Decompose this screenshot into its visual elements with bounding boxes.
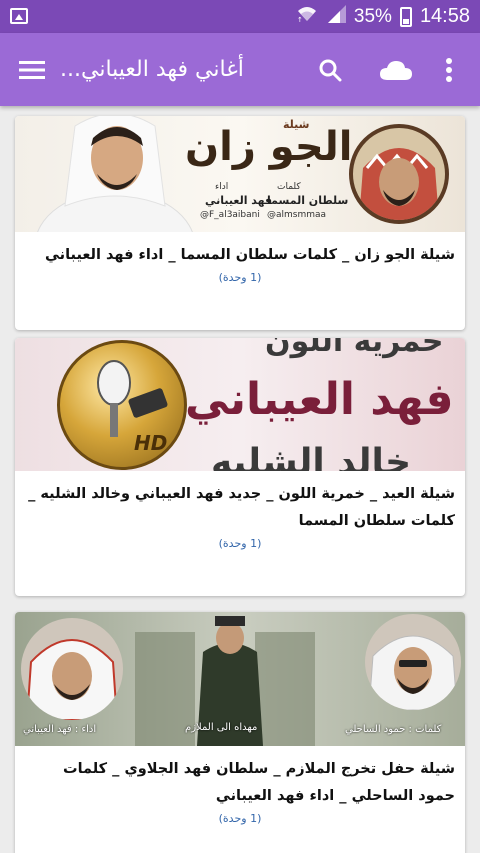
logo-text: HD [134,431,168,455]
image-icon [10,8,28,24]
battery-percent: 35% [353,5,392,27]
card-count: (1 وحدة) [218,812,262,825]
singer-photo-left [21,618,123,720]
image-credit-right-handle: @almsmmaa [267,210,327,220]
image-credit-right-name: سلطان المسما [267,194,349,207]
image-right-caption: كلمات : حمود الساحلي [345,724,442,735]
image-center-caption: مهداه الى الملازم [185,722,258,733]
lyricist-photo [349,124,449,224]
image-top-text: خمرية اللون [265,338,444,359]
image-main-text: فهد العيباني [185,374,454,425]
lyricist-photo [365,614,461,710]
clock: 14:58 [419,5,470,27]
songs-list[interactable]: شيلة الجو زان اداء فهد العيباني @F_al3ai… [0,106,480,853]
list-item[interactable]: شيلة الجو زان اداء فهد العيباني @F_al3ai… [15,116,465,330]
image-left-caption: اداء : فهد العيباني [23,724,97,735]
status-bar: ↑ 35% 14:58 [0,0,480,33]
singer-photo-left [37,116,193,232]
menu-icon[interactable] [16,33,48,106]
signal-icon [326,4,346,29]
list-item[interactable]: خمرية اللون فهد العيباني خالد الشليه HD … [15,338,465,596]
image-credit-left-name: فهد العيباني [205,194,273,207]
card-title: شيلة الجو زان _ كلمات سلطان المسما _ ادا… [44,247,455,263]
search-icon[interactable] [314,33,346,106]
channel-logo: HD [57,340,187,470]
image-big-text: الجو زان [185,124,353,170]
more-vert-icon[interactable] [436,33,462,106]
battery-icon [399,6,412,27]
image-credit-left-label: اداء [215,182,229,192]
app-title: أغاني فهد العيباني... [60,57,244,82]
image-bottom-text: خالد الشليه [211,442,412,471]
card-count: (1 وحدة) [218,271,262,284]
card-title: شيلة العيد _ خمرية اللون _ جديد فهد العي… [28,486,455,529]
wifi-icon: ↑ [296,5,318,29]
image-credit-left-handle: @F_al3aibani [200,210,260,220]
card-title: شيلة حفل تخرج الملازم _ سلطان فهد الجلاو… [63,761,455,804]
svg-text:↑: ↑ [297,16,303,23]
card-image: اداء : فهد العيباني مهداه الى الملازم كل… [15,612,465,746]
card-count: (1 وحدة) [218,537,262,550]
app-bar: أغاني فهد العيباني... [0,33,480,106]
list-item[interactable]: اداء : فهد العيباني مهداه الى الملازم كل… [15,612,465,853]
card-image: خمرية اللون فهد العيباني خالد الشليه HD [15,338,465,471]
card-image: شيلة الجو زان اداء فهد العيباني @F_al3ai… [15,116,465,232]
image-credit-right-label: كلمات [277,182,301,192]
cloud-icon[interactable] [376,33,416,106]
